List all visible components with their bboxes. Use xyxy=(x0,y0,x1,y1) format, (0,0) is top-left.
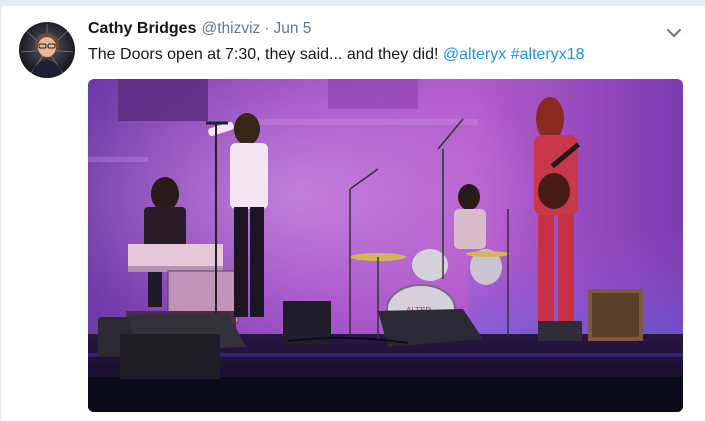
avatar-image xyxy=(19,22,75,78)
top-divider xyxy=(0,0,705,6)
author-name[interactable]: Cathy Bridges xyxy=(88,20,196,38)
tweet-text-body: The Doors open at 7:30, they said... and… xyxy=(88,46,443,63)
tweet-menu-button[interactable] xyxy=(665,26,683,40)
concert-stage-image: ALTER xyxy=(88,79,683,412)
mention-link[interactable]: @alteryx xyxy=(443,46,506,63)
tweet-card[interactable]: Cathy Bridges @thizviz · Jun 5 The Doors… xyxy=(0,0,705,421)
left-divider xyxy=(0,0,1,421)
chevron-down-icon xyxy=(667,29,681,37)
tweet-date[interactable]: Jun 5 xyxy=(273,20,311,38)
header-separator: · xyxy=(264,20,270,37)
hashtag-link[interactable]: #alteryx18 xyxy=(511,46,585,63)
tweet-media-video[interactable]: ALTER xyxy=(88,79,683,412)
author-handle[interactable]: @thizviz xyxy=(201,20,260,38)
avatar[interactable] xyxy=(19,22,75,78)
tweet-header: Cathy Bridges @thizviz · Jun 5 xyxy=(88,20,311,42)
tweet-text: The Doors open at 7:30, they said... and… xyxy=(88,45,585,65)
